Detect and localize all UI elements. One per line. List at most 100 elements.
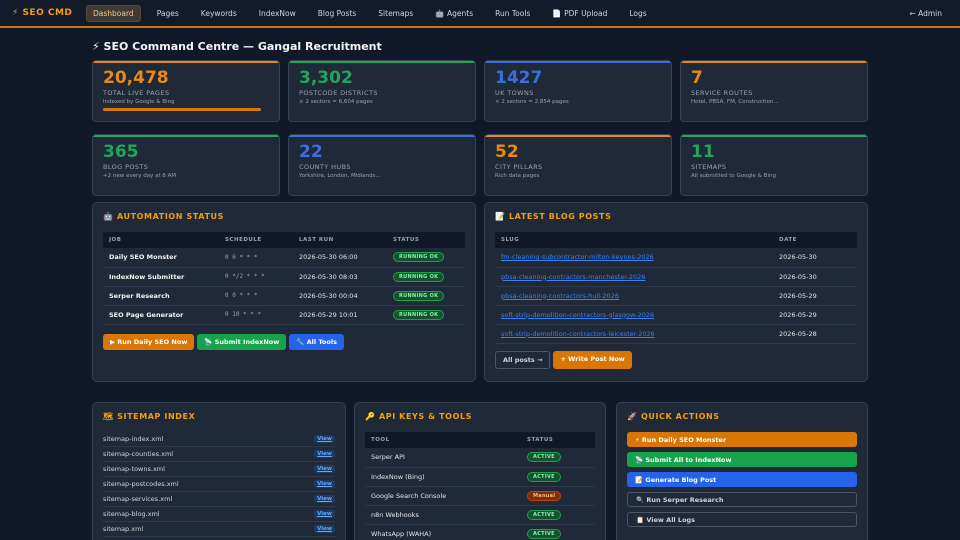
blog-date: 2026-05-29 <box>773 305 857 325</box>
table-row: SEO Page Generator 0 10 * * * 2026-05-29 1… <box>103 305 465 325</box>
list-item: sitemap-towns.xml View <box>103 462 335 477</box>
stat-subtitle: × 2 sectors = 2,854 pages <box>495 99 569 105</box>
submit-indexnow-button[interactable]: 📡 Submit IndexNow <box>197 333 287 350</box>
nav-item-dashboard[interactable]: Dashboard <box>86 4 141 22</box>
job-last-run: 2026-05-30 06:00 <box>293 248 387 268</box>
table-row: WhatsApp (WAHA) ACTIVE <box>365 524 595 540</box>
stat-label: COUNTY HUBS <box>299 163 351 171</box>
col-last-run: LAST RUN <box>293 232 387 248</box>
nav-item-pdf-upload[interactable]: 📄 PDF Upload <box>546 6 613 21</box>
sitemap-filename: sitemap-services.xml <box>103 495 173 503</box>
quick-action-run-serper-research-button[interactable]: 🔍 Run Serper Research <box>627 492 857 507</box>
stat-value: 7 <box>691 68 703 88</box>
table-row: pbsa-cleaning-contractors-manchester-202… <box>495 267 857 287</box>
sitemap-filename: sitemap-postcodes.xml <box>103 480 179 488</box>
blog-slug-link[interactable]: soft-strip-demolition-contractors-leices… <box>495 324 773 344</box>
stat-value: 22 <box>299 142 323 162</box>
blog-date: 2026-05-30 <box>773 267 857 287</box>
view-sitemap-button[interactable]: View <box>314 480 335 488</box>
job-schedule: 0 6 * * * <box>219 248 293 268</box>
status-badge: ACTIVE <box>527 471 561 482</box>
tool-status-cell: Manual <box>521 486 595 506</box>
status-badge: RUNNING OK <box>393 271 445 282</box>
quick-action-submit-all-to-indexnow-button[interactable]: 📡 Submit All to IndexNow <box>627 452 857 467</box>
list-item: sitemap.xml View <box>103 522 335 537</box>
blog-slug-link[interactable]: pbsa-cleaning-contractors-hull-2026 <box>495 286 773 306</box>
quick-action-view-all-logs-button[interactable]: 📋 View All Logs <box>627 512 857 527</box>
quick-action-generate-blog-post-button[interactable]: 📝 Generate Blog Post <box>627 472 857 487</box>
stat-value: 3,302 <box>299 68 353 88</box>
nav-item-agents[interactable]: 🤖 Agents <box>429 6 479 21</box>
quick-actions-title: 🚀 QUICK ACTIONS <box>627 412 720 421</box>
job-last-run: 2026-05-30 00:04 <box>293 286 387 306</box>
table-row: soft-strip-demolition-contractors-leices… <box>495 324 857 344</box>
tool-name: WhatsApp (WAHA) <box>365 524 521 540</box>
stat-card: 3,302 POSTCODE DISTRICTS × 2 sectors = 6,6… <box>288 60 476 122</box>
job-last-run: 2026-05-30 08:03 <box>293 267 387 287</box>
view-sitemap-button[interactable]: View <box>314 465 335 473</box>
job-status-cell: RUNNING OK <box>387 248 465 268</box>
view-sitemap-button[interactable]: View <box>314 435 335 443</box>
job-schedule: 0 */2 * * * <box>219 267 293 287</box>
nav-item-pages[interactable]: Pages <box>151 6 185 21</box>
nav-item-blog-posts[interactable]: Blog Posts <box>312 6 363 21</box>
nav-menu: Dashboard Pages Keywords IndexNow Blog Posts… <box>86 4 663 22</box>
job-status-cell: RUNNING OK <box>387 305 465 325</box>
col-job: JOB <box>103 232 219 248</box>
table-row: n8n Webhooks ACTIVE <box>365 505 595 525</box>
brand-logo[interactable]: ⚡ SEO CMD <box>12 8 86 18</box>
list-item: sitemap-services.xml View <box>103 492 335 507</box>
tool-name: n8n Webhooks <box>365 505 521 525</box>
status-badge: RUNNING OK <box>393 309 445 320</box>
view-sitemap-button[interactable]: View <box>314 525 335 533</box>
list-item: sitemap-counties.xml View <box>103 447 335 462</box>
status-badge: RUNNING OK <box>393 290 445 301</box>
tool-status-cell: ACTIVE <box>521 505 595 525</box>
sitemap-filename: sitemap-counties.xml <box>103 450 174 458</box>
blog-date: 2026-05-30 <box>773 248 857 268</box>
view-sitemap-button[interactable]: View <box>314 450 335 458</box>
stat-value: 52 <box>495 142 519 162</box>
nav-item-indexnow[interactable]: IndexNow <box>253 6 302 21</box>
job-name: IndexNow Submitter <box>103 267 219 287</box>
quick-actions-list: ⚡ Run Daily SEO Monster 📡 Submit All to I… <box>627 432 857 527</box>
job-status-cell: RUNNING OK <box>387 267 465 287</box>
table-row: Serper API ACTIVE <box>365 448 595 468</box>
tool-name: IndexNow (Bing) <box>365 467 521 487</box>
nav-item-keywords[interactable]: Keywords <box>195 6 243 21</box>
sitemap-filename: sitemap-index.xml <box>103 435 164 443</box>
admin-link[interactable]: ← Admin <box>909 9 942 18</box>
stat-label: UK TOWNS <box>495 89 534 97</box>
blog-title: 📝 LATEST BLOG POSTS <box>495 212 612 221</box>
col-tool: TOOL <box>365 432 521 448</box>
job-name: Daily SEO Monster <box>103 248 219 268</box>
api-title: 🔑 API KEYS & TOOLS <box>365 412 473 421</box>
all-posts-button[interactable]: All posts → <box>495 350 551 369</box>
sitemap-filename: sitemap-towns.xml <box>103 465 165 473</box>
blog-date: 2026-05-28 <box>773 324 857 344</box>
nav-item-sitemaps[interactable]: Sitemaps <box>372 6 419 21</box>
automation-table: JOB SCHEDULE LAST RUN STATUS Daily SEO M… <box>103 232 465 325</box>
run-daily-seo-button[interactable]: ▶ Run Daily SEO Now <box>103 333 195 350</box>
quick-action-run-daily-seo-monster-button[interactable]: ⚡ Run Daily SEO Monster <box>627 432 857 447</box>
stat-card: 11 SITEMAPS All submitted to Google & Bing <box>680 134 868 196</box>
table-row: Serper Research 0 0 * * * 2026-05-30 00:04… <box>103 286 465 306</box>
view-sitemap-button[interactable]: View <box>314 495 335 503</box>
stat-value: 365 <box>103 142 139 162</box>
tool-status-cell: ACTIVE <box>521 448 595 468</box>
stat-subtitle: Yorkshire, London, Midlands... <box>299 173 381 179</box>
table-row: Google Search Console Manual <box>365 486 595 506</box>
blog-slug-link[interactable]: fm-cleaning-subcontractor-milton-keynes-… <box>495 248 773 268</box>
blog-slug-link[interactable]: soft-strip-demolition-contractors-glasgo… <box>495 305 773 325</box>
job-schedule: 0 10 * * * <box>219 305 293 325</box>
nav-item-logs[interactable]: Logs <box>623 6 652 21</box>
status-badge: ACTIVE <box>527 452 561 463</box>
nav-item-run-tools[interactable]: Run Tools <box>489 6 536 21</box>
all-tools-button[interactable]: 🔧 All Tools <box>289 333 344 350</box>
view-sitemap-button[interactable]: View <box>314 510 335 518</box>
tool-status-cell: ACTIVE <box>521 467 595 487</box>
api-table: TOOL STATUS Serper API ACTIVE IndexNow (Bi… <box>365 432 595 540</box>
blog-slug-link[interactable]: pbsa-cleaning-contractors-manchester-202… <box>495 267 773 287</box>
write-post-button[interactable]: + Write Post Now <box>553 350 632 369</box>
stat-label: SERVICE ROUTES <box>691 89 753 97</box>
